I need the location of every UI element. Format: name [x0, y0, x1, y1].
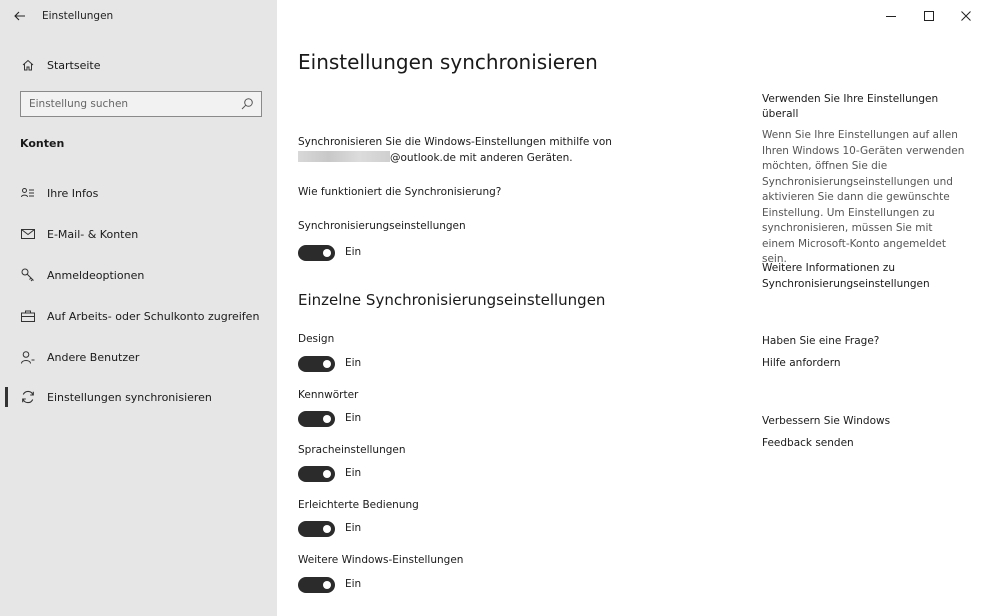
passwords-toggle[interactable] [298, 411, 335, 427]
toggle-state-label: Ein [345, 246, 362, 258]
design-label: Design [298, 333, 335, 345]
toggle-state-label: Ein [345, 357, 362, 369]
other-settings-label: Weitere Windows-Einstellungen [298, 554, 464, 566]
toggle-knob [323, 470, 331, 478]
send-feedback-link[interactable]: Feedback senden [762, 436, 967, 452]
sidebar-item-label: Auf Arbeits- oder Schulkonto zugreifen [47, 309, 260, 323]
close-icon [961, 11, 971, 21]
sidebar-item-label: Startseite [47, 58, 101, 72]
question-heading: Haben Sie eine Frage? [762, 335, 880, 347]
toggle-knob [323, 360, 331, 368]
maximize-icon [924, 11, 934, 21]
minimize-button[interactable] [872, 0, 910, 32]
sidebar-item-label: Ihre Infos [47, 186, 99, 200]
description-line-2: @outlook.de mit anderen Geräten. [390, 152, 573, 164]
use-settings-text: Wenn Sie Ihre Einstellungen auf allen Ih… [762, 129, 965, 265]
sidebar-item-synchronisieren[interactable]: Einstellungen synchronisieren [0, 377, 277, 417]
toggle-state-label: Ein [345, 522, 362, 534]
section-heading: Konten [20, 137, 65, 150]
sidebar-item-ihre-infos[interactable]: Ihre Infos [0, 173, 277, 213]
master-sync-toggle[interactable] [298, 245, 335, 261]
sidebar-item-home[interactable]: Startseite [0, 50, 277, 80]
maximize-button[interactable] [910, 0, 948, 32]
sidebar-item-label: Einstellungen synchronisieren [47, 390, 212, 404]
how-sync-works-link[interactable]: Wie funktioniert die Synchronisierung? [298, 186, 501, 198]
description-line-1: Synchronisieren Sie die Windows-Einstell… [298, 136, 612, 148]
toggle-knob [323, 415, 331, 423]
search-icon[interactable] [240, 97, 254, 111]
app-title: Einstellungen [42, 10, 114, 22]
sidebar-item-email[interactable]: E-Mail- & Konten [0, 214, 277, 254]
sidebar-item-andere-benutzer[interactable]: Andere Benutzer [0, 337, 277, 377]
toggle-state-label: Ein [345, 412, 362, 424]
more-info-link[interactable]: Weitere Informationen zu Synchronisierun… [762, 261, 967, 292]
accessibility-label: Erleichterte Bedienung [298, 499, 419, 511]
use-settings-heading: Verwenden Sie Ihre Einstellungen überall [762, 93, 939, 120]
user-add-icon [20, 349, 36, 365]
improve-windows-heading: Verbessern Sie Windows [762, 415, 891, 427]
sidebar-item-anmeldeoptionen[interactable]: Anmeldeoptionen [0, 255, 277, 295]
person-list-icon [20, 185, 36, 201]
individual-settings-heading: Einzelne Synchronisierungseinstellungen [298, 291, 606, 309]
sidebar-item-arbeitskonto[interactable]: Auf Arbeits- oder Schulkonto zugreifen [0, 296, 277, 336]
key-icon [20, 267, 36, 283]
sync-description: Synchronisieren Sie die Windows-Einstell… [298, 134, 678, 166]
sidebar-item-label: Andere Benutzer [47, 350, 140, 364]
other-settings-toggle[interactable] [298, 577, 335, 593]
language-label: Spracheinstellungen [298, 444, 406, 456]
page-title: Einstellungen synchronisieren [298, 50, 598, 74]
mail-icon [20, 226, 36, 242]
get-help-link[interactable]: Hilfe anfordern [762, 356, 967, 372]
passwords-label: Kennwörter [298, 389, 359, 401]
title-bar: Einstellungen [0, 0, 277, 32]
close-button[interactable] [947, 0, 985, 32]
sync-icon [20, 389, 36, 405]
redacted-email [298, 151, 390, 162]
accessibility-toggle[interactable] [298, 521, 335, 537]
toggle-knob [323, 581, 331, 589]
toggle-state-label: Ein [345, 578, 362, 590]
back-button[interactable] [0, 0, 40, 32]
toggle-knob [323, 525, 331, 533]
search-box[interactable] [20, 91, 262, 117]
briefcase-icon [20, 308, 36, 324]
sidebar: Einstellungen Startseite Konten Ihre Inf… [0, 0, 277, 616]
design-toggle[interactable] [298, 356, 335, 372]
language-toggle[interactable] [298, 466, 335, 482]
minimize-icon [886, 16, 896, 17]
sidebar-item-label: E-Mail- & Konten [47, 227, 139, 241]
sidebar-item-label: Anmeldeoptionen [47, 268, 145, 282]
master-sync-label: Synchronisierungseinstellungen [298, 220, 466, 232]
arrow-left-icon [14, 11, 25, 21]
toggle-state-label: Ein [345, 467, 362, 479]
home-icon [20, 57, 36, 73]
search-input[interactable] [29, 98, 229, 110]
toggle-knob [323, 249, 331, 257]
